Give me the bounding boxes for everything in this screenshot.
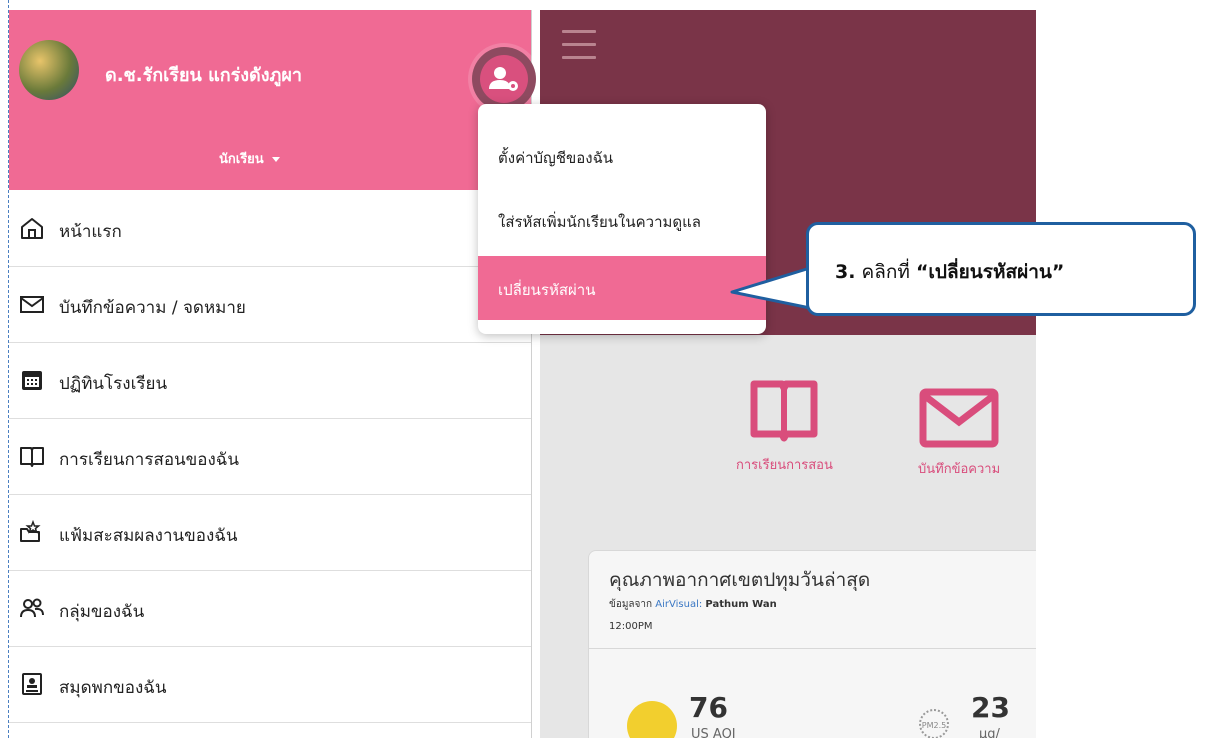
calendar-icon — [22, 371, 42, 390]
sidebar: ด.ช.รักเรียน แกร่งดังภูผา นักเรียน หน้าแ… — [9, 10, 536, 738]
sidebar-item-label: กลุ่มของฉัน — [59, 602, 145, 622]
callout-target: “เปลี่ยนรหัสผ่าน” — [915, 261, 1065, 283]
callout-pointer — [730, 266, 811, 310]
portfolio-icon — [20, 520, 41, 542]
aqi-value: 76 — [689, 691, 728, 724]
air-quality-title: คุณภาพอากาศเขตปทุมวันล่าสุด — [609, 569, 871, 591]
air-quality-card: คุณภาพอากาศเขตปทุมวันล่าสุด ข้อมูลจาก Ai… — [588, 550, 1036, 738]
face-icon — [627, 701, 677, 738]
sidebar-item-groups[interactable]: กลุ่มของฉัน — [9, 570, 531, 647]
contact-book-icon — [22, 673, 42, 695]
air-quality-source: ข้อมูลจาก AirVisual: Pathum Wan — [609, 599, 777, 610]
sidebar-header: ด.ช.รักเรียน แกร่งดังภูผา นักเรียน — [9, 10, 536, 190]
tile-label: การเรียนการสอน — [736, 458, 833, 473]
user-gear-icon — [489, 67, 518, 91]
airvisual-link[interactable]: AirVisual: — [655, 599, 702, 610]
sidebar-item-label: สมุดพกของฉัน — [59, 678, 167, 698]
menu-item-label: เปลี่ยนรหัสผ่าน — [498, 281, 596, 299]
sidebar-item-contact-book[interactable]: สมุดพกของฉัน — [9, 646, 531, 723]
menu-item-label: ใส่รหัสเพิ่มนักเรียนในความดูแล — [498, 213, 701, 231]
callout-seam — [809, 270, 815, 300]
caret-down-icon — [271, 157, 280, 162]
sidebar-item-label: ปฏิทินโรงเรียน — [59, 374, 168, 394]
sidebar-item-label: การเรียนการสอนของฉัน — [59, 450, 240, 470]
group-icon — [20, 598, 44, 618]
book-icon — [750, 380, 818, 442]
tile-messages[interactable]: บันทึกข้อความ — [918, 388, 1000, 479]
sidebar-item-home[interactable]: หน้าแรก — [9, 190, 531, 267]
air-quality-time: 12:00PM — [609, 621, 653, 632]
tile-learning[interactable]: การเรียนการสอน — [736, 378, 833, 475]
callout-instruction: คลิกที่ — [861, 261, 910, 283]
callout-step: 3. — [835, 261, 856, 283]
menu-item-account-settings[interactable]: ตั้งค่าบัญชีของฉัน — [478, 126, 766, 186]
callout-text: 3. คลิกที่ “เปลี่ยนรหัสผ่าน” — [835, 257, 1064, 287]
tile-label: บันทึกข้อความ — [918, 462, 1001, 477]
menu-item-add-student-code[interactable]: ใส่รหัสเพิ่มนักเรียนในความดูแล — [478, 190, 766, 250]
avatar[interactable] — [19, 40, 79, 100]
envelope-icon — [20, 296, 44, 313]
sidebar-item-label: แฟ้มสะสมผลงานของฉัน — [59, 526, 238, 546]
menu-item-change-password[interactable]: เปลี่ยนรหัสผ่าน — [478, 256, 766, 320]
home-icon — [21, 218, 43, 239]
account-dropdown-menu: ตั้งค่าบัญชีของฉัน ใส่รหัสเพิ่มนักเรียนใ… — [478, 104, 766, 334]
aqi-unit: US AQI — [691, 727, 736, 738]
sidebar-item-messages[interactable]: บันทึกข้อความ / จดหมาย — [9, 266, 531, 343]
divider — [589, 648, 1036, 649]
user-settings-button[interactable] — [472, 47, 536, 111]
pm25-unit: µg/ — [979, 727, 1000, 738]
role-label: นักเรียน — [219, 152, 264, 167]
sidebar-item-label: หน้าแรก — [59, 222, 122, 242]
user-name: ด.ช.รักเรียน แกร่งดังภูผา — [105, 65, 303, 86]
sidebar-item-portfolio[interactable]: แฟ้มสะสมผลงานของฉัน — [9, 494, 531, 571]
role-dropdown[interactable]: นักเรียน — [219, 148, 280, 169]
sidebar-item-learning[interactable]: การเรียนการสอนของฉัน — [9, 418, 531, 495]
instruction-callout: 3. คลิกที่ “เปลี่ยนรหัสผ่าน” — [806, 222, 1196, 316]
pm25-icon: PM2.5 — [919, 709, 949, 738]
envelope-icon — [919, 388, 999, 448]
sidebar-item-label: บันทึกข้อความ / จดหมาย — [59, 298, 246, 318]
sidebar-item-calendar[interactable]: ปฏิทินโรงเรียน — [9, 342, 531, 419]
pm25-value: 23 — [971, 691, 1010, 724]
hamburger-icon[interactable] — [562, 30, 596, 69]
menu-item-label: ตั้งค่าบัญชีของฉัน — [498, 149, 614, 167]
book-icon — [20, 447, 44, 467]
